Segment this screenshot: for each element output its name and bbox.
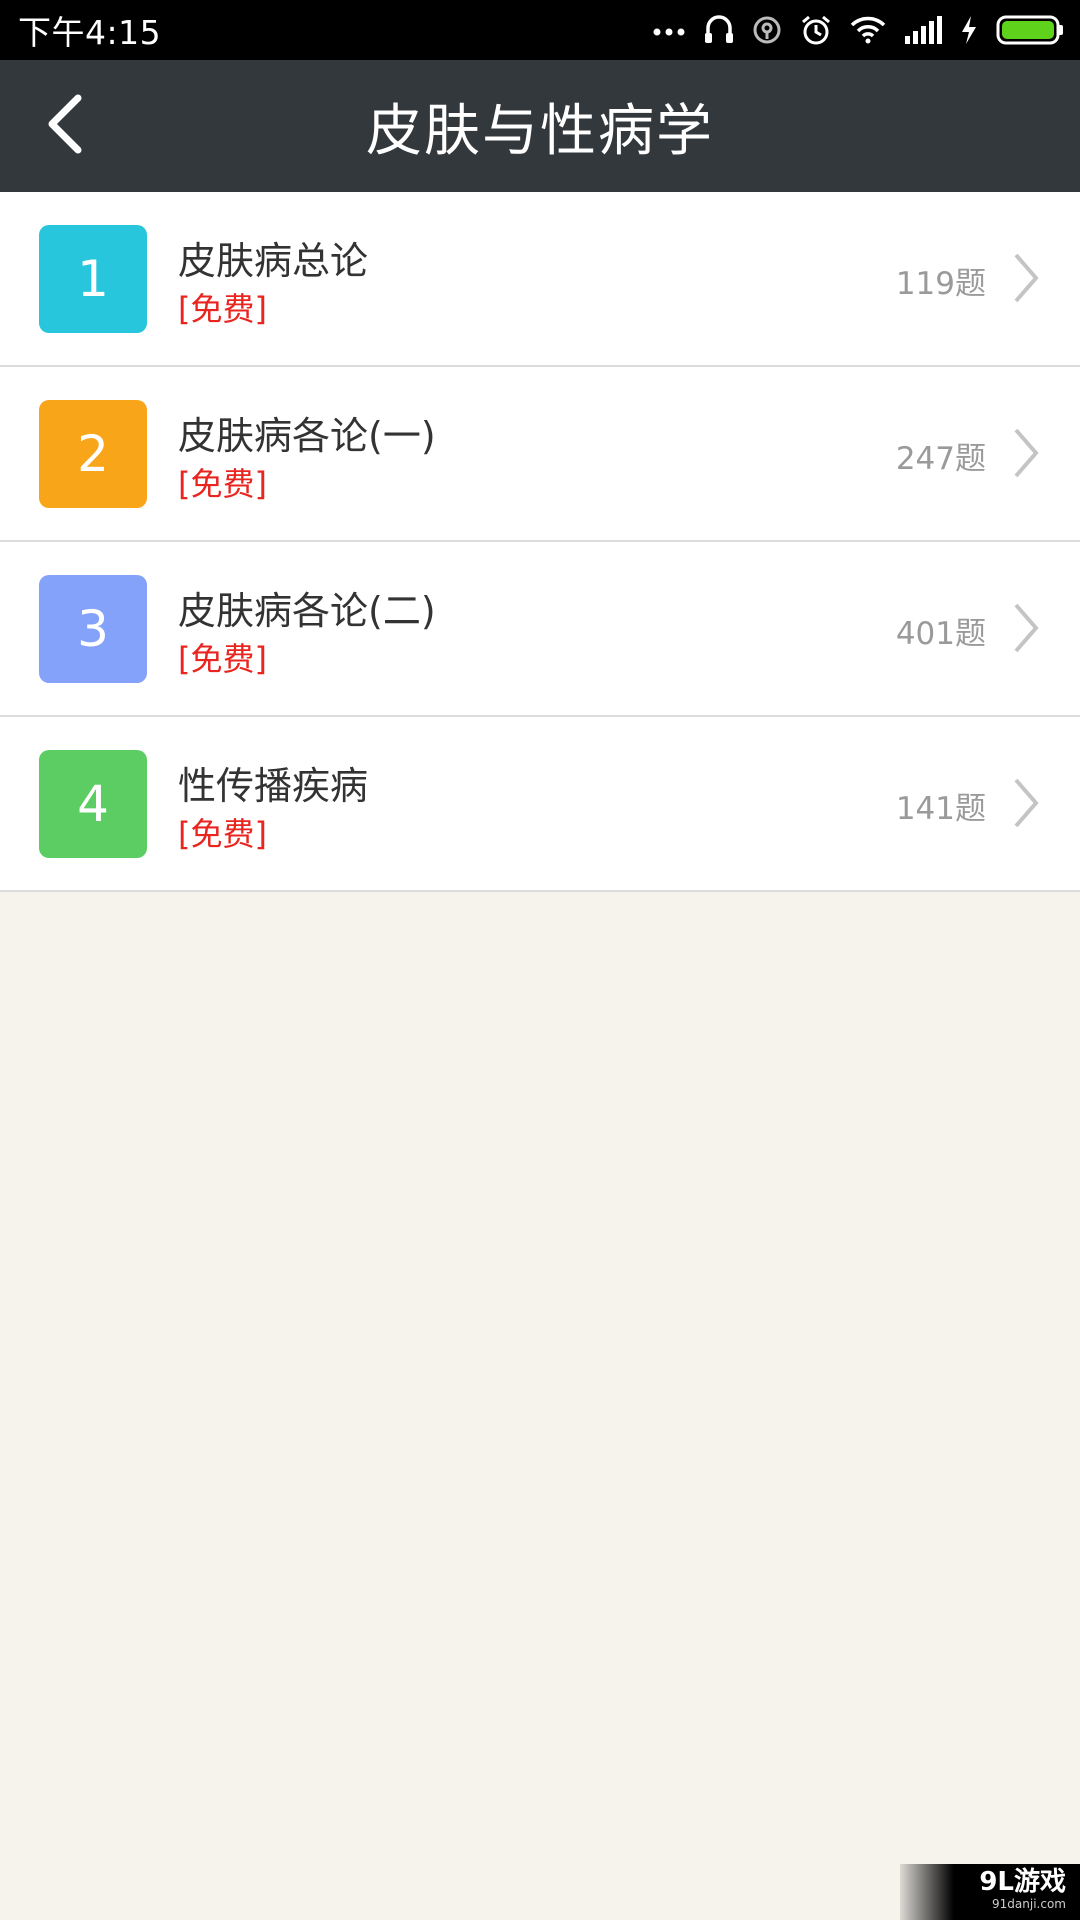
chapter-title: 皮肤病各论(一) — [178, 414, 436, 458]
location-icon — [752, 15, 782, 45]
status-icons — [652, 0, 1064, 60]
question-count: 401题 — [895, 616, 986, 652]
question-count: 119题 — [895, 266, 986, 302]
chapter-number-badge: 4 — [39, 750, 147, 858]
chapter-number-badge: 2 — [39, 400, 147, 508]
app-bar: 皮肤与性病学 — [0, 60, 1080, 192]
watermark-logo: 9L游戏 — [979, 1867, 1066, 1897]
watermark: 9L游戏 91danji.com — [900, 1864, 1080, 1920]
signal-icon — [904, 16, 942, 44]
chapter-row[interactable]: 4 性传播疾病 [免费] 141题 — [0, 717, 1080, 892]
chapter-row[interactable]: 1 皮肤病总论 [免费] 119题 — [0, 192, 1080, 367]
chevron-right-icon — [1012, 602, 1040, 654]
question-count: 247题 — [895, 441, 986, 477]
status-time: 下午4:15 — [18, 13, 162, 52]
question-count: 141题 — [895, 791, 986, 827]
chapter-title: 皮肤病各论(二) — [178, 589, 436, 633]
alarm-icon — [800, 14, 832, 46]
chapter-title: 性传播疾病 — [178, 764, 369, 808]
battery-icon — [996, 15, 1064, 45]
free-tag: [免费] — [178, 640, 267, 678]
chapter-number-badge: 3 — [39, 575, 147, 683]
free-tag: [免费] — [178, 815, 267, 853]
chapter-row[interactable]: 3 皮肤病各论(二) [免费] 401题 — [0, 542, 1080, 717]
chapter-title: 皮肤病总论 — [178, 239, 369, 283]
chapter-number-badge: 1 — [39, 225, 147, 333]
chapter-list: 1 皮肤病总论 [免费] 119题 2 皮肤病各论(一) [免费] 247题 3… — [0, 192, 1080, 892]
chevron-right-icon — [1012, 777, 1040, 829]
free-tag: [免费] — [178, 465, 267, 503]
wifi-icon — [850, 16, 886, 44]
back-arrow-icon — [42, 92, 86, 160]
chevron-right-icon — [1012, 252, 1040, 304]
more-dots-icon — [652, 24, 686, 36]
charging-icon — [960, 15, 978, 45]
watermark-site: 91danji.com — [992, 1897, 1066, 1911]
free-tag: [免费] — [178, 290, 267, 328]
back-button[interactable] — [22, 84, 106, 168]
page-title: 皮肤与性病学 — [366, 98, 714, 164]
chevron-right-icon — [1012, 427, 1040, 479]
headset-icon — [704, 14, 734, 46]
status-bar: 下午4:15 — [0, 0, 1080, 60]
chapter-row[interactable]: 2 皮肤病各论(一) [免费] 247题 — [0, 367, 1080, 542]
